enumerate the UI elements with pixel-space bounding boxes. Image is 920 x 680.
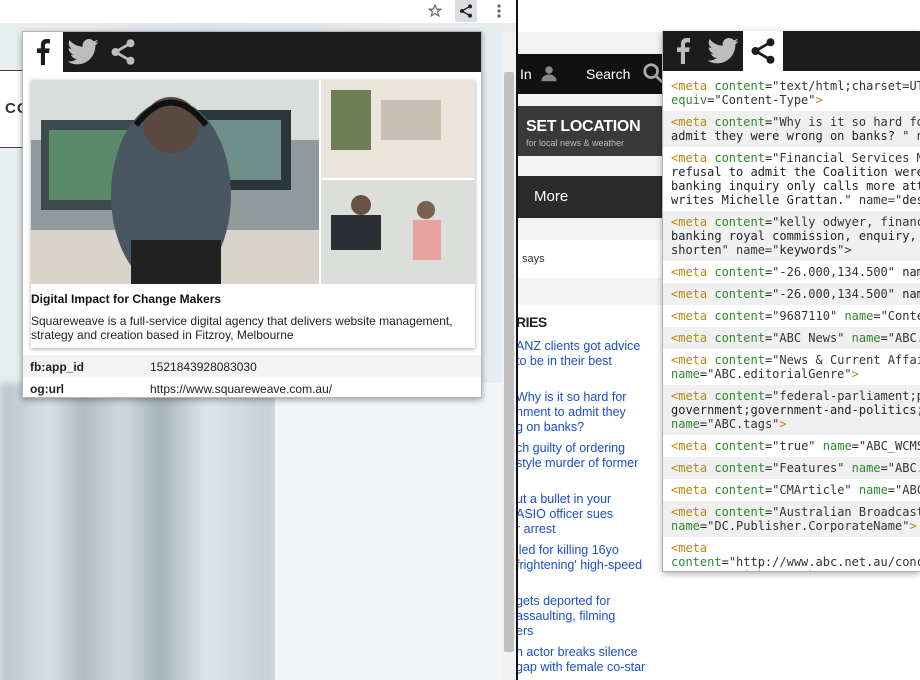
meta-source-popup: <meta content="text/html;charset=UTF-8" …	[662, 31, 920, 572]
news-link[interactable]: ANZ clients got advice to be in their be…	[518, 339, 663, 369]
facebook-icon	[37, 39, 50, 65]
meta-tag-row: <meta content="9687110" name="Conten	[671, 309, 920, 323]
sign-in-link[interactable]: In	[520, 66, 532, 82]
preview-image	[31, 80, 475, 284]
meta-tag-row: <meta content="-26.000,134.500" name	[671, 265, 920, 279]
set-location-button[interactable]: SET LOCATION for local news & weather	[518, 106, 663, 156]
meta-tag-row: <meta content="News & Current Affai name…	[671, 353, 920, 381]
share-icon	[751, 38, 775, 64]
tab-facebook[interactable]	[663, 31, 703, 71]
news-link[interactable]: ut a bullet in your ASIO officer sues r …	[518, 492, 663, 537]
meta-tag-row: <meta content="Australian Broadcast name…	[663, 501, 920, 537]
set-location-title: SET LOCATION	[526, 118, 641, 135]
meta-tag-row: <meta content="Features" name="ABC.C	[663, 457, 920, 479]
facebook-icon	[677, 38, 690, 64]
share-preview-popup: Digital Impact for Change Makers Squarew…	[22, 31, 482, 398]
meta-tag-row: <meta content="CMArticle" name="ABC.	[671, 483, 920, 497]
more-label: More	[534, 188, 569, 205]
tab-share[interactable]	[103, 32, 143, 72]
meta-value: https://www.squareweave.com.au/	[150, 382, 333, 396]
meta-tag-row: <meta content="federal-parliament;pc gov…	[663, 385, 920, 435]
share-icon[interactable]	[455, 0, 477, 22]
meta-tag-row: <meta content="kelly odwyer, financ bank…	[663, 211, 920, 261]
left-browser-window: CO	[0, 0, 516, 680]
meta-value: 1521843928083030	[150, 360, 257, 374]
abc-news-page: In Search SET LOCATION for local news & …	[518, 0, 663, 680]
tab-share[interactable]	[743, 31, 783, 71]
news-link[interactable]: Why is it so hard for nment to admit the…	[518, 390, 663, 435]
screen: CO	[0, 0, 920, 680]
search-link[interactable]: Search	[586, 66, 630, 82]
meta-tag-row: <meta content="Why is it so hard for adm…	[663, 111, 920, 147]
scrollbar[interactable]	[502, 32, 516, 680]
meta-tag-row: <meta content="ABC News" name="ABC.S	[663, 327, 920, 349]
preview-description: Squareweave is a full-service digital ag…	[31, 314, 453, 342]
meta-row-fb-app-id: fb:app_id 1521843928083030	[23, 355, 481, 377]
meta-row-og-url: og:url https://www.squareweave.com.au/	[23, 377, 481, 397]
browser-toolbar-right	[518, 0, 663, 32]
tab-twitter[interactable]	[63, 32, 103, 72]
news-link[interactable]: ch guilty of ordering style murder of fo…	[518, 441, 663, 471]
meta-tag-row: <meta content="http://www.abc.net.au/con…	[671, 541, 920, 571]
kebab-menu-icon[interactable]	[488, 0, 510, 22]
headline-fragment[interactable]: says	[522, 253, 545, 265]
background-photo	[0, 383, 275, 680]
share-icon	[111, 39, 135, 65]
meta-key: og:url	[30, 382, 64, 396]
news-link[interactable]: iled for killing 16yo frightening' high-…	[518, 543, 663, 573]
twitter-icon	[67, 39, 99, 65]
user-icon[interactable]	[540, 64, 558, 82]
headline-strip: says	[518, 240, 663, 278]
list-heading: RIES	[518, 314, 547, 330]
news-link[interactable]: gets deported for assaulting, filming er…	[518, 594, 663, 639]
link-preview-card[interactable]: Digital Impact for Change Makers Squarew…	[31, 80, 475, 348]
set-location-subtitle: for local news & weather	[526, 138, 625, 148]
browser-toolbar	[0, 0, 516, 23]
search-icon[interactable]	[642, 62, 663, 84]
twitter-icon	[707, 38, 739, 64]
popup-tab-bar	[663, 31, 920, 71]
star-icon[interactable]	[424, 0, 446, 22]
meta-tag-row: <meta content="text/html;charset=UTF-8" …	[671, 79, 920, 107]
meta-tag-row: <meta content="-26.000,134.500" name	[663, 283, 920, 305]
more-menu[interactable]: More	[518, 176, 663, 218]
top-stories-list: RIES ANZ clients got advice to be in the…	[518, 305, 663, 680]
news-link[interactable]: n actor breaks silence gap with female c…	[518, 645, 663, 675]
meta-tag-row: <meta content="true" name="ABC_WCMS_	[671, 439, 920, 453]
tab-twitter[interactable]	[703, 31, 743, 71]
meta-key: fb:app_id	[30, 360, 84, 374]
popup-tab-bar	[23, 32, 481, 72]
meta-tag-row: <meta content="Financial Services Mi ref…	[671, 151, 920, 207]
background-panel	[275, 383, 505, 680]
preview-title: Digital Impact for Change Makers	[31, 292, 222, 306]
tab-facebook[interactable]	[23, 32, 63, 72]
scrollbar-thumb[interactable]	[504, 72, 514, 652]
